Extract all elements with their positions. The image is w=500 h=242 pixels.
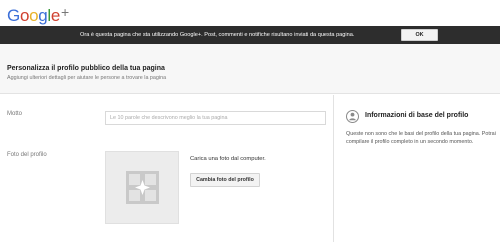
upload-photo-text: Carica una foto dal computer. — [190, 156, 266, 162]
top-bar: Google+ — [0, 0, 500, 26]
change-profile-photo-button[interactable]: Cambia foto del profilo — [190, 173, 260, 187]
ok-button[interactable]: OK — [401, 29, 438, 41]
info-panel-title: Informazioni di base del profilo — [365, 112, 469, 119]
profile-photo-placeholder[interactable] — [105, 151, 179, 224]
page-header: Personalizza il profilo pubblico della t… — [0, 44, 500, 94]
notice-text: Ora è questa pagina che sta utilizzando … — [80, 32, 355, 38]
google-plus-logo[interactable]: Google+ — [7, 2, 69, 26]
notice-bar: Ora è questa pagina che sta utilizzando … — [0, 26, 500, 44]
page-title: Personalizza il profilo pubblico della t… — [7, 65, 165, 72]
page-subtitle: Aggiungi ulteriori dettagli per aiutare … — [7, 75, 167, 81]
motto-label: Motto — [7, 111, 23, 117]
info-panel-text: Queste non sono che le basi del profilo … — [346, 131, 496, 145]
motto-input[interactable] — [105, 111, 326, 125]
photo-placeholder-icon — [126, 171, 159, 204]
column-divider — [333, 95, 334, 242]
profile-photo-label: Foto del profilo — [7, 152, 47, 158]
person-info-icon — [346, 110, 359, 123]
